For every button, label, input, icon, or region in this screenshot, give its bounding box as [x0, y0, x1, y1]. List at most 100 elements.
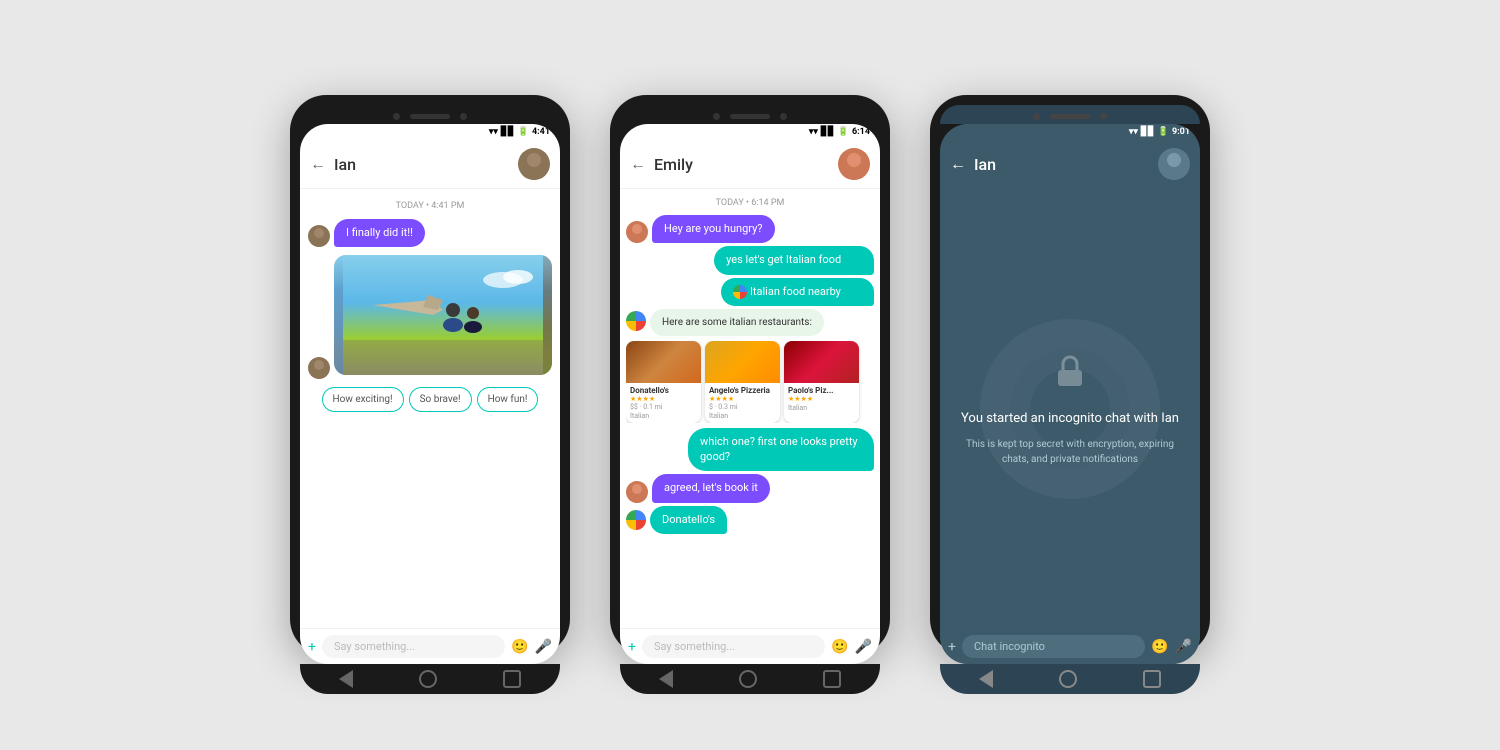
phone-nav-2	[620, 664, 880, 694]
message-input-1[interactable]: Say something...	[322, 635, 505, 658]
message-input-2[interactable]: Say something...	[642, 635, 825, 658]
restaurant-donatello[interactable]: Donatello's ★★★★ $$ · 0.1 mi Italian	[626, 341, 701, 423]
phone-nav-1	[300, 664, 560, 694]
back-nav-1[interactable]	[339, 670, 353, 688]
emoji-icon-2[interactable]: 🙂	[831, 639, 848, 655]
rest-details-1: $$ · 0.1 mi	[630, 403, 697, 411]
restaurant-cards: Donatello's ★★★★ $$ · 0.1 mi Italian Ang…	[626, 341, 874, 423]
restaurant-angelos[interactable]: Angelo's Pizzeria ★★★★ $ · 0.3 mi Italia…	[705, 341, 780, 423]
sender-avatar-img-1	[308, 357, 330, 379]
chat-body-2: TODAY • 6:14 PM Hey are you hungry? yes …	[620, 189, 880, 628]
wifi-icon-2: ▾▾	[809, 127, 818, 137]
camera-dot-1	[393, 113, 400, 120]
check-mark-2: ✓✓	[847, 286, 862, 298]
status-bar-2: ▾▾ ▊▊ 🔋 6:14	[620, 124, 880, 140]
bubble-which-one: which one? first one looks pretty good? …	[688, 428, 874, 471]
bubble-agreed: agreed, let's book it	[652, 474, 770, 502]
input-bar-1: + Say something... 🙂 🎤	[300, 628, 560, 664]
signal-icon-3: ▊▊	[1141, 127, 1155, 137]
recents-nav-2[interactable]	[823, 670, 841, 688]
phone-2: ▾▾ ▊▊ 🔋 6:14 ← Emily TODAY • 6:14 PM	[610, 95, 890, 655]
time-3: 9:01	[1172, 127, 1190, 137]
time-2: 6:14	[852, 127, 870, 137]
mic-icon-3[interactable]: 🎤	[1175, 639, 1192, 655]
phone-1: ▾▾ ▊▊ 🔋 4:41 ← Ian TODAY • 4:41 PM	[290, 95, 570, 655]
speaker-2	[730, 114, 770, 119]
rest-details-2: $ · 0.3 mi	[709, 403, 776, 411]
add-icon-2[interactable]: +	[628, 639, 636, 655]
sender-avatar-1	[308, 225, 330, 247]
contact-name-1: Ian	[334, 155, 510, 174]
chat-header-1: ← Ian	[300, 140, 560, 189]
avatar-3	[1158, 148, 1190, 180]
back-button-2[interactable]: ←	[630, 154, 646, 174]
bubble-italian: yes let's get Italian food ✓✓	[714, 246, 874, 275]
quick-replies-1: How exciting! So brave! How fun!	[308, 387, 552, 412]
front-sensor-1	[460, 113, 467, 120]
camera-dot-2	[713, 113, 720, 120]
bubble-nearby: Italian food nearby ✓✓	[721, 278, 874, 306]
speaker-1	[410, 114, 450, 119]
contact-name-2: Emily	[654, 155, 830, 174]
message-row-received-1: I finally did it!!	[308, 219, 552, 247]
battery-icon-2: 🔋	[838, 127, 849, 137]
rest-type-3: Italian	[788, 404, 855, 412]
back-nav-3[interactable]	[979, 670, 993, 688]
mic-icon-2[interactable]: 🎤	[855, 639, 872, 655]
quick-reply-fun[interactable]: How fun!	[477, 387, 539, 412]
add-icon-1[interactable]: +	[308, 639, 316, 655]
emoji-icon-1[interactable]: 🙂	[511, 639, 528, 655]
add-icon-3[interactable]: +	[948, 639, 956, 655]
message-input-3[interactable]: Chat incognito	[962, 635, 1145, 658]
rest-name-1: Donatello's	[630, 386, 697, 395]
wifi-icon-1: ▾▾	[489, 127, 498, 137]
msg-hungry: Hey are you hungry?	[626, 215, 874, 243]
home-nav-3[interactable]	[1059, 670, 1077, 688]
emily-avatar-1	[626, 221, 648, 243]
rest-stars-2: ★★★★	[709, 395, 776, 403]
recents-nav-1[interactable]	[503, 670, 521, 688]
mic-icon-1[interactable]: 🎤	[535, 639, 552, 655]
emily-avatar-2	[626, 481, 648, 503]
quick-reply-brave[interactable]: So brave!	[409, 387, 472, 412]
front-sensor-2	[780, 113, 787, 120]
phones-container: ▾▾ ▊▊ 🔋 4:41 ← Ian TODAY • 4:41 PM	[270, 75, 1230, 675]
msg-italian: yes let's get Italian food ✓✓	[626, 246, 874, 275]
bubble-donatello-confirm: Donatello's	[650, 506, 727, 534]
timestamp-1: TODAY • 4:41 PM	[308, 201, 552, 211]
incognito-body: You started an incognito chat with Ian T…	[940, 188, 1200, 629]
msg-donatello-result: Donatello's	[626, 506, 874, 534]
msg-which-one: which one? first one looks pretty good? …	[626, 428, 874, 471]
battery-icon-3: 🔋	[1158, 127, 1169, 137]
bubble-finally-did-it: I finally did it!!	[334, 219, 425, 247]
battery-icon-1: 🔋	[518, 127, 529, 137]
chat-header-3: ← Ian	[940, 140, 1200, 188]
input-bar-2: + Say something... 🙂 🎤	[620, 628, 880, 664]
rest-name-2: Angelo's Pizzeria	[709, 386, 776, 395]
recents-nav-3[interactable]	[1143, 670, 1161, 688]
wifi-icon-3: ▾▾	[1129, 127, 1138, 137]
home-nav-1[interactable]	[419, 670, 437, 688]
back-nav-2[interactable]	[659, 670, 673, 688]
msg-nearby: Italian food nearby ✓✓	[626, 278, 874, 306]
msg-agreed: agreed, let's book it	[626, 474, 874, 502]
avatar-2	[838, 148, 870, 180]
rest-stars-1: ★★★★	[630, 395, 697, 403]
status-bar-1: ▾▾ ▊▊ 🔋 4:41	[300, 124, 560, 140]
bubble-hungry: Hey are you hungry?	[652, 215, 775, 243]
quick-reply-exciting[interactable]: How exciting!	[322, 387, 404, 412]
back-button-3[interactable]: ←	[950, 154, 966, 174]
bubble-assistant-restaurants: Here are some italian restaurants:	[650, 309, 824, 336]
rest-stars-3: ★★★★	[788, 395, 855, 403]
restaurant-paolos[interactable]: Paolo's Piz... ★★★★ Italian	[784, 341, 859, 423]
home-nav-2[interactable]	[739, 670, 757, 688]
camera-dot-3	[1033, 113, 1040, 120]
front-sensor-3	[1100, 113, 1107, 120]
message-row-image-1	[308, 251, 552, 379]
emoji-icon-3[interactable]: 🙂	[1151, 639, 1168, 655]
status-bar-3: ▾▾ ▊▊ 🔋 9:01	[940, 124, 1200, 140]
back-button-1[interactable]: ←	[310, 154, 326, 174]
speaker-3	[1050, 114, 1090, 119]
rest-type-1: Italian	[630, 412, 697, 420]
rest-name-3: Paolo's Piz...	[788, 386, 855, 395]
